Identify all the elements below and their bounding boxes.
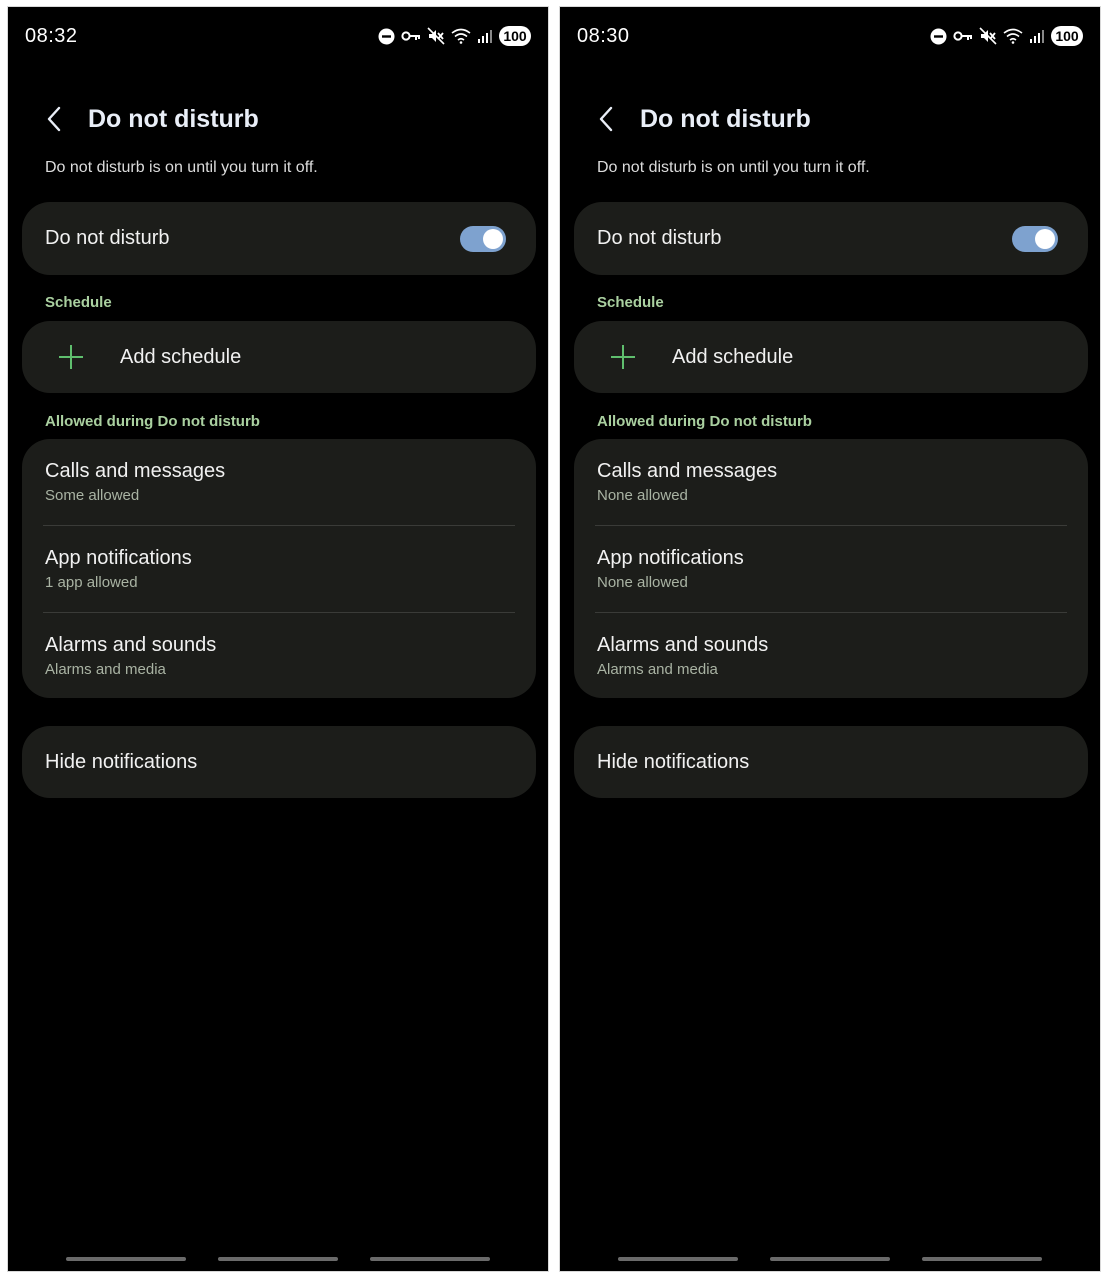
schedule-section-label: Schedule	[597, 294, 664, 311]
hide-notifications-label: Hide notifications	[597, 750, 750, 773]
page-title: Do not disturb	[88, 104, 259, 133]
dnd-icon	[930, 28, 947, 45]
item-subtitle: None allowed	[597, 574, 688, 591]
status-icons: 100	[930, 26, 1083, 46]
phone-screen-right: 08:30 100 Do not disturb Do not disturb …	[559, 6, 1101, 1272]
dnd-description: Do not disturb is on until you turn it o…	[45, 159, 318, 176]
add-schedule-button[interactable]: Add schedule	[574, 321, 1088, 393]
signal-icon	[1029, 28, 1045, 44]
dnd-toggle-row[interactable]: Do not disturb	[574, 202, 1088, 275]
item-title: App notifications	[597, 547, 744, 569]
app-notifications-item[interactable]: App notifications 1 app allowed	[22, 526, 536, 612]
status-icons: 100	[378, 26, 531, 46]
allowed-section-label: Allowed during Do not disturb	[45, 413, 260, 430]
back-button[interactable]	[594, 103, 618, 135]
item-subtitle: Alarms and media	[597, 661, 718, 678]
wifi-icon	[1003, 28, 1023, 44]
item-title: Calls and messages	[597, 460, 778, 482]
alarms-and-sounds-item[interactable]: Alarms and sounds Alarms and media	[22, 613, 536, 699]
nav-home-button[interactable]	[770, 1257, 890, 1261]
battery-indicator: 100	[499, 26, 531, 46]
hide-notifications-label: Hide notifications	[45, 750, 198, 773]
nav-recents-button[interactable]	[66, 1257, 186, 1261]
allowed-list: Calls and messages Some allowed App noti…	[22, 439, 536, 698]
dnd-toggle-row[interactable]: Do not disturb	[22, 202, 536, 275]
hide-notifications-item[interactable]: Hide notifications	[574, 726, 1088, 798]
mute-icon	[979, 27, 997, 45]
item-subtitle: Alarms and media	[45, 661, 166, 678]
toggle-knob	[483, 228, 503, 249]
add-schedule-button[interactable]: Add schedule	[22, 321, 536, 393]
allowed-list: Calls and messages None allowed App noti…	[574, 439, 1088, 698]
allowed-section-label: Allowed during Do not disturb	[597, 413, 812, 430]
nav-back-button[interactable]	[922, 1257, 1042, 1261]
page-header: Do not disturb	[594, 99, 811, 139]
app-notifications-item[interactable]: App notifications None allowed	[574, 526, 1088, 612]
mute-icon	[427, 27, 445, 45]
calls-and-messages-item[interactable]: Calls and messages None allowed	[574, 439, 1088, 525]
battery-indicator: 100	[1051, 26, 1083, 46]
plus-icon	[58, 344, 84, 370]
item-subtitle: Some allowed	[45, 487, 140, 504]
add-schedule-label: Add schedule	[672, 345, 794, 368]
item-title: Calls and messages	[45, 460, 226, 482]
navigation-bar	[66, 1257, 490, 1261]
nav-recents-button[interactable]	[618, 1257, 738, 1261]
page-header: Do not disturb	[42, 99, 259, 139]
page-title: Do not disturb	[640, 104, 811, 133]
dnd-icon	[378, 28, 395, 45]
plus-icon	[610, 344, 636, 370]
alarms-and-sounds-item[interactable]: Alarms and sounds Alarms and media	[574, 613, 1088, 699]
signal-icon	[477, 28, 493, 44]
nav-home-button[interactable]	[218, 1257, 338, 1261]
schedule-section-label: Schedule	[45, 294, 112, 311]
nav-back-button[interactable]	[370, 1257, 490, 1261]
status-time: 08:32	[25, 24, 78, 47]
dnd-description: Do not disturb is on until you turn it o…	[597, 159, 870, 176]
phone-screen-left: 08:32 100 Do not disturb Do not disturb …	[7, 6, 549, 1272]
item-subtitle: None allowed	[597, 487, 688, 504]
item-title: App notifications	[45, 547, 192, 569]
status-bar: 08:30 100	[577, 21, 1083, 51]
add-schedule-label: Add schedule	[120, 345, 242, 368]
item-title: Alarms and sounds	[45, 634, 217, 656]
status-bar: 08:32 100	[25, 21, 531, 51]
vpn-key-icon	[401, 30, 421, 42]
status-time: 08:30	[577, 24, 630, 47]
calls-and-messages-item[interactable]: Calls and messages Some allowed	[22, 439, 536, 525]
hide-notifications-item[interactable]: Hide notifications	[22, 726, 536, 798]
chevron-left-icon	[47, 106, 61, 132]
toggle-knob	[1035, 228, 1055, 249]
dnd-toggle-label: Do not disturb	[45, 227, 170, 249]
dnd-toggle-switch[interactable]	[1012, 225, 1058, 252]
dnd-toggle-switch[interactable]	[460, 225, 506, 252]
chevron-left-icon	[599, 106, 613, 132]
vpn-key-icon	[953, 30, 973, 42]
back-button[interactable]	[42, 103, 66, 135]
wifi-icon	[451, 28, 471, 44]
navigation-bar	[618, 1257, 1042, 1261]
item-subtitle: 1 app allowed	[45, 574, 138, 591]
dnd-toggle-label: Do not disturb	[597, 227, 722, 249]
item-title: Alarms and sounds	[597, 634, 769, 656]
